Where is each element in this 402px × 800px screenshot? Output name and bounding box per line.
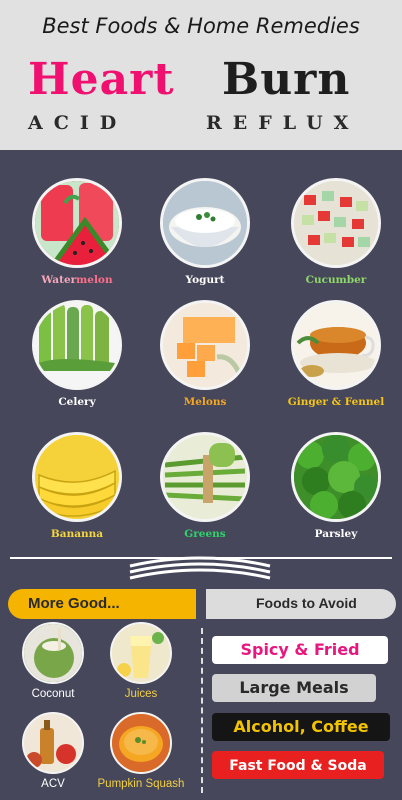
food-item-cucumber: Cucumber [281,178,391,286]
food-item-celery: Celery [22,300,132,408]
juice-image [110,622,172,684]
food-label-watermelon: Watermelon [41,274,113,286]
avoid-item-alcohol-coffee: Alcohol, Coffee [212,713,390,741]
column-separator [201,628,203,793]
avoid-item-spicy-fried: Spicy & Fried [212,636,388,664]
cucumber-image [291,178,381,268]
food-label-parsley: Parsley [314,528,358,540]
avoid-item-large-meals: Large Meals [212,674,376,702]
food-label-banana: Bananna [50,528,104,540]
more-good-item-coconut: Coconut [8,622,98,700]
food-label-melons: Melons [183,396,227,408]
more-good-label-pumpkin-squash: Pumpkin Squash [97,778,185,790]
green-beans-image [160,432,250,522]
food-item-ginger-fennel: Ginger & Fennel [281,300,391,408]
yogurt-image [160,178,250,268]
celery-image [32,300,122,390]
more-good-item-juices: Juices [96,622,186,700]
watermelon-image [32,178,122,268]
title-acid: ACID [28,112,128,134]
more-good-item-acv: ACV [8,712,98,790]
more-good-label-acv: ACV [41,778,65,790]
food-label-celery: Celery [58,396,96,408]
food-label-cucumber: Cucumber [305,274,367,286]
coconut-image [22,622,84,684]
more-good-label-coconut: Coconut [31,688,75,700]
ginger-tea-image [291,300,381,390]
page-title: Heart Burn [0,54,402,105]
avoid-item-fast-food-soda: Fast Food & Soda [212,751,384,779]
title-burn: Burn [222,54,351,105]
more-good-label-juices: Juices [124,688,158,700]
food-label-ginger-fennel: Ginger & Fennel [287,396,385,408]
parsley-image [291,432,381,522]
title-reflux: REFLUX [206,112,360,134]
food-item-greens: Greens [150,432,260,540]
pumpkin-soup-image [110,712,172,774]
more-good-item-pumpkin-squash: Pumpkin Squash [96,712,186,790]
food-item-banana: Bananna [22,432,132,540]
food-label-yogurt: Yogurt [185,274,225,286]
food-item-parsley: Parsley [281,432,391,540]
foods-to-avoid-heading: Foods to Avoid [206,589,396,619]
header: Best Foods & Home Remedies Heart Burn AC… [0,0,402,150]
food-label-greens: Greens [184,528,226,540]
food-item-melons: Melons [150,300,260,408]
melon-image [160,300,250,390]
food-item-yogurt: Yogurt [150,178,260,286]
food-item-watermelon: Watermelon [22,178,132,286]
banana-image [32,432,122,522]
acv-image [22,712,84,774]
title-heart: Heart [28,54,175,105]
more-good-heading: More Good... [8,589,196,619]
page-subtitle: Best Foods & Home Remedies [42,14,360,38]
